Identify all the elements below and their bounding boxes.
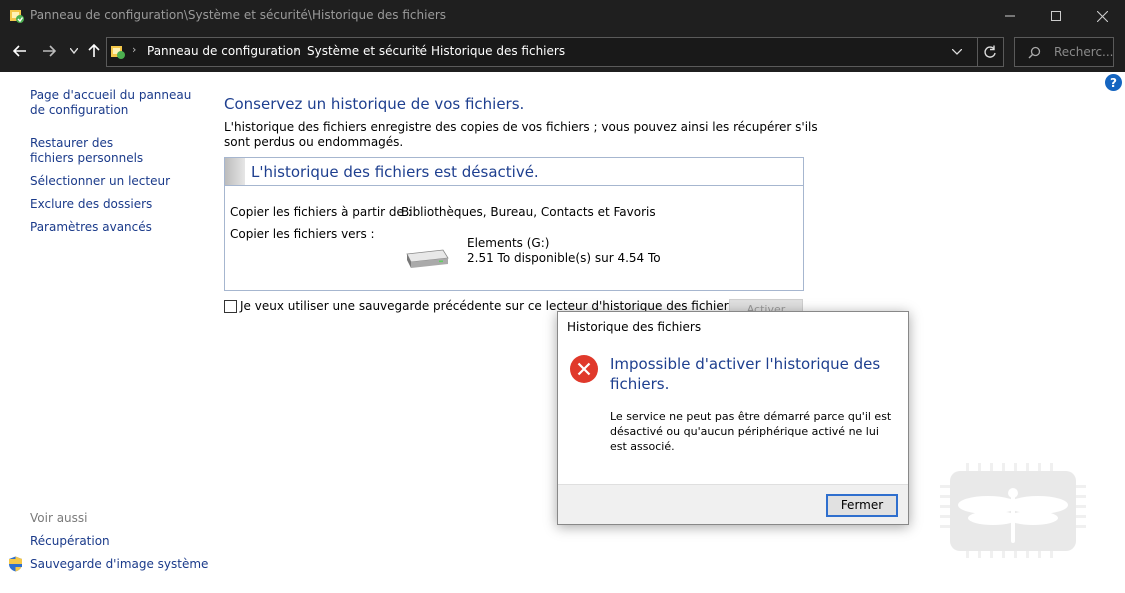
breadcrumb-control-panel[interactable]: Panneau de configuration [147,44,301,58]
control-panel-icon [10,10,24,23]
close-button[interactable]: Fermer [826,494,898,517]
dialog-title: Historique des fichiers [567,320,702,334]
error-dialog: Historique des fichiers Impossible d'act… [557,311,909,525]
forward-button[interactable] [39,40,59,62]
breadcrumb-separator-icon: › [294,43,299,56]
back-button[interactable] [10,40,30,62]
minimize-button[interactable] [987,0,1033,32]
search-placeholder: Recherc... [1054,45,1114,59]
dialog-footer: Fermer [558,484,908,524]
status-header-accent [225,158,245,185]
breadcrumb-file-history[interactable]: Historique des fichiers [431,44,565,58]
window-title: Panneau de configuration\Système et sécu… [30,8,447,22]
chevron-down-icon [70,48,78,54]
copy-from-value: Bibliothèques, Bureau, Contacts et Favor… [401,205,656,219]
close-icon [1096,10,1108,22]
copy-to-label: Copier les fichiers vers : [230,227,375,241]
close-window-button[interactable] [1079,0,1125,32]
breadcrumb-separator-icon: › [132,43,137,56]
minimize-icon [1005,15,1015,17]
breadcrumb-separator-icon: › [417,43,422,56]
maximize-button[interactable] [1033,0,1079,32]
sidebar-link-recovery[interactable]: Récupération [30,534,110,549]
copy-from-label: Copier les fichiers à partir de : [230,205,412,219]
error-icon [570,355,598,383]
recent-locations-button[interactable] [64,40,84,62]
up-icon [88,44,100,57]
navigation-bar: › Panneau de configuration › Système et … [0,32,1125,72]
forward-icon [43,45,56,57]
previous-backup-checkbox[interactable] [224,300,237,313]
activate-button[interactable]: Activer [729,299,803,311]
search-icon [1028,46,1041,59]
dialog-heading: Impossible d'activer l'historique des fi… [610,355,881,393]
refresh-icon[interactable] [983,45,997,59]
address-bar[interactable]: › Panneau de configuration › Système et … [106,37,1004,67]
back-icon [13,45,26,57]
page-title: Conservez un historique de vos fichiers. [224,95,525,113]
sidebar-link-system-image-backup[interactable]: Sauvegarde d'image système [30,557,208,572]
sidebar-link-restore-files[interactable]: Restaurer des fichiers personnels [30,136,160,166]
maximize-icon [1051,11,1061,21]
sidebar-link-control-panel-home[interactable]: Page d'accueil du panneau de configurati… [30,88,200,118]
status-title: L'historique des fichiers est désactivé. [251,163,539,181]
dialog-message: Le service ne peut pas être démarré parc… [610,410,892,453]
help-icon[interactable]: ? [1105,74,1122,91]
drive-name: Elements (G:) [467,236,550,250]
drive-icon [406,249,449,268]
status-header: L'historique des fichiers est désactivé. [225,158,803,186]
see-also-heading: Voir aussi [30,511,88,525]
sidebar-link-exclude-folders[interactable]: Exclure des dossiers [30,197,152,212]
sidebar-link-select-drive[interactable]: Sélectionner un lecteur [30,174,170,189]
shield-icon [9,556,22,572]
title-bar: Panneau de configuration\Système et sécu… [0,0,1125,32]
watermark-logo-icon [940,463,1086,558]
sidebar-link-advanced-settings[interactable]: Paramètres avancés [30,220,152,235]
breadcrumb-system-security[interactable]: Système et sécurité [307,44,427,58]
search-field[interactable]: Recherc... [1014,37,1114,67]
up-button[interactable] [84,40,104,62]
page-description: L'historique des fichiers enregistre des… [224,120,818,149]
address-dropdown-icon[interactable] [952,49,962,55]
file-history-status-panel: L'historique des fichiers est désactivé.… [224,157,804,291]
drive-space: 2.51 To disponible(s) sur 4.54 To [467,251,661,265]
control-panel-icon [111,46,125,59]
address-divider [977,38,978,66]
